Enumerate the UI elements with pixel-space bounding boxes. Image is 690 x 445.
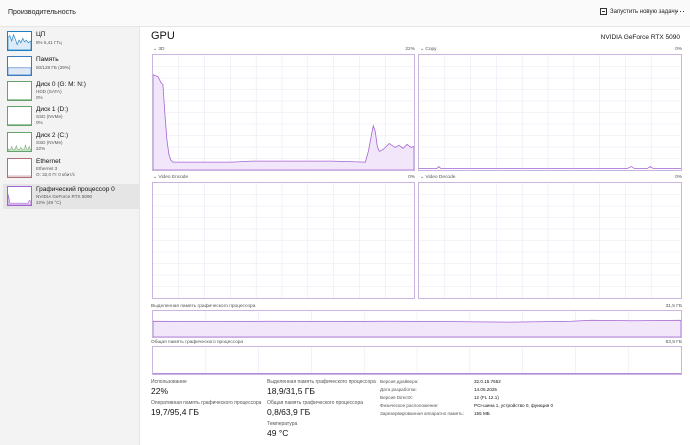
engine-3d-percent: 22%: [405, 47, 415, 52]
sidebar-item-sub: 50/128 ГБ (39%): [36, 65, 71, 70]
sidebar-item-sub: Ethernet 3: [36, 166, 58, 171]
engine-video-decode-graph: [418, 182, 682, 299]
sidebar-item-gpu-0[interactable]: Графический процессор 0 NVIDIA GeForce R…: [3, 184, 140, 209]
sidebar-item-ethernet[interactable]: Ethernet Ethernet 3 О: 32,0 П: 0 кбит/с: [3, 156, 140, 181]
engine-3d-graph: [152, 54, 415, 171]
gpu-model-name: NVIDIA GeForce RTX 5090: [600, 34, 680, 41]
sidebar-item-sub2: О: 32,0 П: 0 кбит/с: [36, 172, 76, 177]
sidebar-item-name: Графический процессор 0: [36, 186, 115, 193]
driver-date-label: Дата разработки:: [380, 387, 417, 392]
sidebar-item-sub: 8% 5,41 ГГц: [36, 40, 62, 45]
sidebar-item-sub: HDD (SATA): [36, 89, 62, 94]
temperature-label: Температура: [267, 421, 298, 427]
engine-video-encode-graph: [152, 182, 415, 299]
run-new-task-button[interactable]: Запустить новую задачу: [600, 8, 678, 15]
engine-video-encode-percent: 0%: [408, 175, 415, 180]
sidebar-item-name: Память: [36, 56, 59, 63]
reserved-memory-label: Зарезервированная аппаратно память:: [380, 411, 464, 416]
sidebar-item-name: ЦП: [36, 31, 46, 38]
sidebar-item-disk-1[interactable]: Диск 1 (D:) SSD (NVMe) 0%: [3, 104, 140, 129]
physical-location-label: Физическое расположение:: [380, 403, 439, 408]
engine-video-decode-percent: 0%: [675, 175, 682, 180]
disk-1-thumbnail-graph: [7, 106, 32, 126]
sidebar-item-name: Диск 0 (G: M: N:): [36, 81, 86, 88]
gpu-thumbnail-graph: [7, 186, 32, 206]
utilization-value: 22%: [151, 386, 169, 396]
ethernet-thumbnail-graph: [7, 158, 32, 178]
shared-memory-graph-max: 63,9 ГБ: [665, 340, 682, 345]
sidebar-item-sub2: 22%: [36, 146, 46, 151]
gpu-detail-panel: GPU NVIDIA GeForce RTX 5090 ⌄ 3D 22% ⌄ C…: [141, 27, 690, 445]
cpu-thumbnail-graph: [7, 31, 32, 51]
gpu-ram-label: Оперативная память графического процессо…: [151, 400, 262, 406]
physical-location-value: PCI-шина 1, устройство 0, функция 0: [474, 403, 554, 408]
sidebar-item-memory[interactable]: Память 50/128 ГБ (39%): [3, 54, 140, 79]
driver-version-label: Версия драйвера:: [380, 379, 419, 384]
temperature-value: 49 °C: [267, 428, 289, 438]
engine-copy-percent: 0%: [675, 47, 682, 52]
disk-2-thumbnail-graph: [7, 132, 32, 152]
utilization-label: Использование: [151, 379, 187, 385]
engine-3d-label[interactable]: ⌄ 3D: [153, 47, 165, 52]
gpu-ram-value: 19,7/95,4 ГБ: [151, 407, 199, 417]
sidebar-item-sub: SSD (NVMe): [36, 114, 63, 119]
sidebar: ЦП 8% 5,41 ГГц Память 50/128 ГБ (39%) Ди…: [0, 27, 140, 445]
engine-video-decode-label[interactable]: ⌄ Video Decode: [420, 175, 455, 180]
page-title: Производительность: [8, 9, 76, 16]
engine-copy-graph: [418, 54, 682, 171]
sidebar-item-sub: SSD (NVMe): [36, 140, 63, 145]
driver-date-value: 14.05.2025: [474, 387, 497, 392]
shared-memory-graph: [152, 346, 682, 375]
dedicated-memory-graph-label: Выделенная память графического процессор…: [151, 304, 256, 309]
sidebar-item-disk-0[interactable]: Диск 0 (G: M: N:) HDD (SATA) 0%: [3, 79, 140, 104]
sidebar-item-sub2: 0%: [36, 95, 43, 100]
engine-copy-label[interactable]: ⌄ Copy: [420, 47, 437, 52]
shared-memory-graph-label: Общая память графического процессора: [151, 340, 244, 345]
disk-0-thumbnail-graph: [7, 81, 32, 101]
memory-thumbnail-graph: [7, 56, 32, 76]
run-new-task-label: Запустить новую задачу: [610, 8, 678, 15]
more-icon[interactable]: ⋯: [676, 6, 685, 17]
sidebar-item-name: Диск 2 (C:): [36, 132, 69, 139]
title-bar: Производительность Запустить новую задач…: [0, 0, 690, 27]
shared-memory-value: 0,8/63,9 ГБ: [267, 407, 311, 417]
directx-version-label: Версия DirectX:: [380, 395, 414, 400]
shared-memory-label: Общая память графического процессора: [267, 400, 364, 406]
engine-video-encode-label[interactable]: ⌄ Video Encode: [153, 175, 188, 180]
sidebar-item-name: Ethernet: [36, 158, 61, 165]
reserved-memory-value: 155 МБ: [474, 411, 490, 416]
new-task-icon: [600, 8, 607, 15]
dedicated-memory-graph: [152, 310, 682, 338]
dedicated-memory-graph-max: 31,5 ГБ: [665, 304, 682, 309]
sidebar-item-sub: NVIDIA GeForce RTX 5090: [36, 194, 93, 199]
sidebar-item-sub2: 22% (49 °C): [36, 200, 62, 205]
driver-version-value: 32.0.15.7652: [474, 379, 501, 384]
dedicated-memory-label: Выделенная память графического процессор…: [267, 379, 376, 385]
gpu-heading: GPU: [151, 30, 175, 42]
dedicated-memory-value: 18,9/31,5 ГБ: [267, 386, 315, 396]
sidebar-item-disk-2[interactable]: Диск 2 (C:) SSD (NVMe) 22%: [3, 130, 140, 155]
sidebar-item-sub2: 0%: [36, 120, 43, 125]
directx-version-value: 12 (FL 12.1): [474, 395, 499, 400]
sidebar-item-cpu[interactable]: ЦП 8% 5,41 ГГц: [3, 29, 140, 54]
sidebar-item-name: Диск 1 (D:): [36, 106, 69, 113]
